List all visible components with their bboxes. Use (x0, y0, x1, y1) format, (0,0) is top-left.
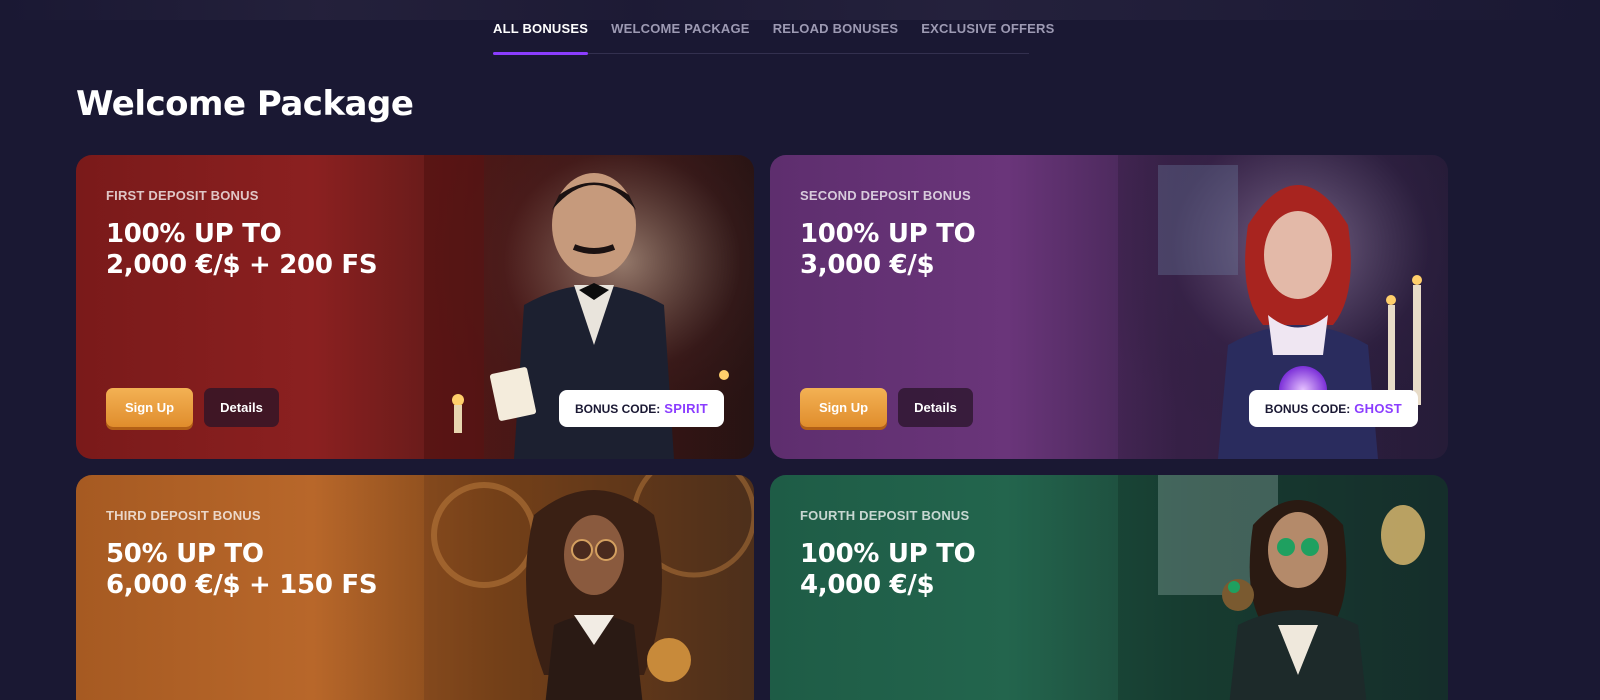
bonus-code-prefix: BONUS CODE: (574, 401, 661, 416)
details-button[interactable]: Details (898, 388, 973, 427)
headline-line-2: 3,000 €/$ (800, 250, 935, 280)
section-title: Welcome Package (76, 84, 414, 124)
bonus-code-value: SPIRIT (664, 401, 708, 416)
steampunk-woman-illustration (424, 475, 754, 700)
bonus-card-first-deposit: FIRST DEPOSIT BONUS 100% UP TO 2,000 €/$… (76, 155, 754, 459)
card-headline: 100% UP TO 4,000 €/$ (800, 539, 1160, 601)
alchemist-illustration (1118, 475, 1448, 700)
bonus-code-badge[interactable]: BONUS CODE: SPIRIT (558, 390, 724, 427)
bonuses-page: ALL BONUSES WELCOME PACKAGE RELOAD BONUS… (0, 0, 1600, 700)
bonus-card-second-deposit: SECOND DEPOSIT BONUS 100% UP TO 3,000 €/… (770, 155, 1448, 459)
sign-up-button[interactable]: Sign Up (106, 388, 193, 427)
card-label: FIRST DEPOSIT BONUS (106, 188, 259, 203)
bonus-card-third-deposit: THIRD DEPOSIT BONUS 50% UP TO 6,000 €/$ … (76, 475, 754, 700)
card-label: FOURTH DEPOSIT BONUS (800, 508, 970, 523)
headline-line-1: 50% UP TO (106, 539, 264, 569)
card-label: SECOND DEPOSIT BONUS (800, 188, 971, 203)
headline-line-2: 4,000 €/$ (800, 570, 935, 600)
headline-line-1: 100% UP TO (106, 219, 282, 249)
bonus-tabs: ALL BONUSES WELCOME PACKAGE RELOAD BONUS… (493, 0, 1054, 55)
details-button[interactable]: Details (204, 388, 279, 427)
headline-line-1: 100% UP TO (800, 219, 976, 249)
tab-reload-bonuses[interactable]: RELOAD BONUSES (773, 0, 899, 54)
tab-welcome-package[interactable]: WELCOME PACKAGE (611, 0, 750, 54)
card-headline: 100% UP TO 3,000 €/$ (800, 219, 1160, 281)
bonus-code-prefix: BONUS CODE: (1264, 401, 1351, 416)
sign-up-button[interactable]: Sign Up (800, 388, 887, 427)
tab-all-bonuses[interactable]: ALL BONUSES (493, 0, 589, 55)
bonus-code-badge[interactable]: BONUS CODE: GHOST (1248, 390, 1418, 427)
headline-line-2: 2,000 €/$ + 200 FS (106, 250, 378, 280)
headline-line-1: 100% UP TO (800, 539, 976, 569)
card-headline: 100% UP TO 2,000 €/$ + 200 FS (106, 219, 466, 281)
card-label: THIRD DEPOSIT BONUS (106, 508, 261, 523)
card-headline: 50% UP TO 6,000 €/$ + 150 FS (106, 539, 466, 601)
bonus-card-fourth-deposit: FOURTH DEPOSIT BONUS 100% UP TO 4,000 €/… (770, 475, 1448, 700)
headline-line-2: 6,000 €/$ + 150 FS (106, 570, 378, 600)
bonus-code-value: GHOST (1354, 401, 1402, 416)
tab-exclusive-offers[interactable]: EXCLUSIVE OFFERS (921, 0, 1054, 54)
